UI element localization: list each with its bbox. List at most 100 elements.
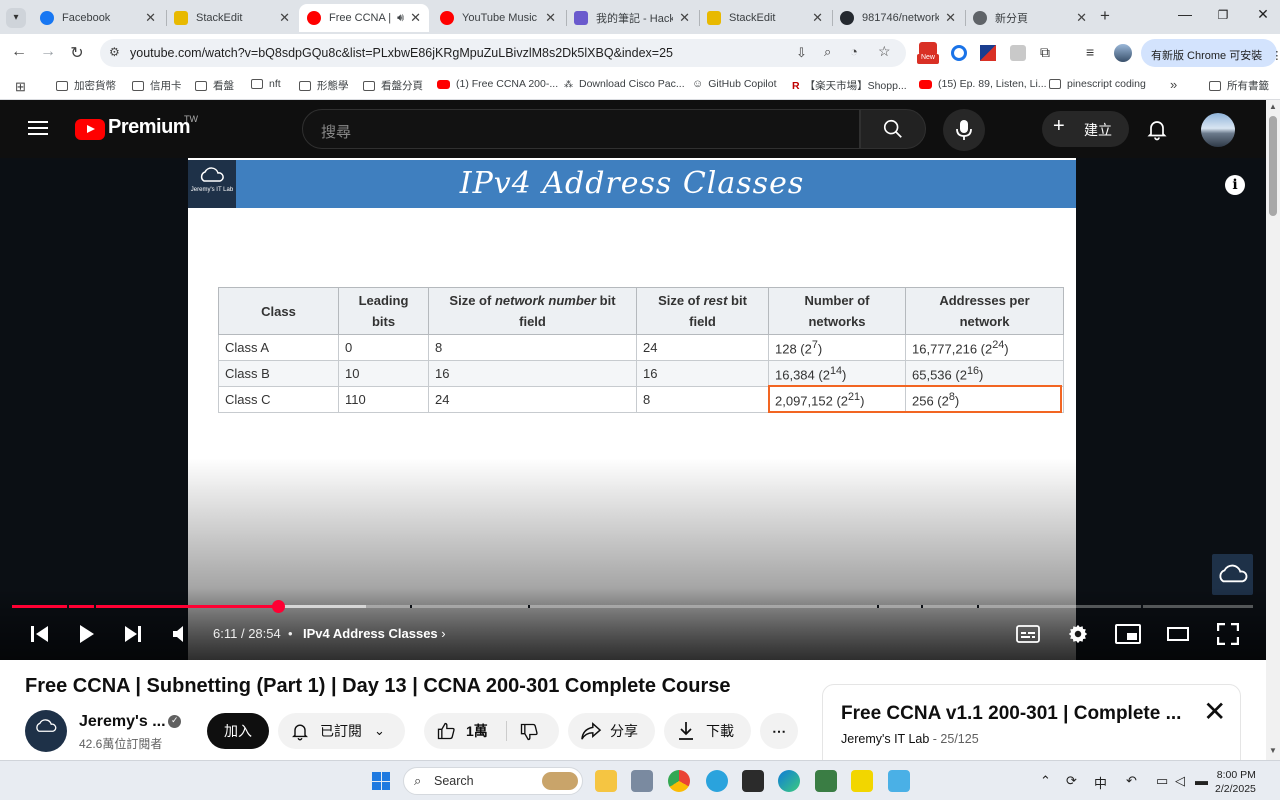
tab-facebook[interactable]: Facebook ✕ — [32, 4, 164, 32]
edge-icon[interactable] — [778, 770, 800, 792]
speaker-icon[interactable]: 🔊︎ — [397, 12, 404, 25]
tab-youtube-music[interactable]: YouTube Music ✕ — [432, 4, 564, 32]
download-button[interactable]: 下載 — [664, 713, 751, 749]
more-actions-button[interactable]: ⋯ — [760, 713, 798, 749]
tab-search-button[interactable]: ▾ — [6, 8, 26, 28]
network-icon[interactable]: ▭ — [1156, 773, 1168, 789]
bookmark-star-icon[interactable]: ☆ — [878, 43, 891, 60]
tab-hackmd[interactable]: 我的筆記 - HackM ✕ — [566, 4, 698, 32]
minimize-icon[interactable]: — — [1170, 6, 1200, 22]
back-arrow-icon[interactable]: ← — [8, 43, 30, 61]
notifications-bell-icon[interactable] — [1145, 117, 1169, 141]
miniplayer-icon[interactable] — [1115, 624, 1141, 644]
site-info-icon[interactable]: ⚙ — [109, 45, 120, 59]
chrome-update-button[interactable]: 有新版 Chrome 可安裝 ⋮ — [1141, 39, 1280, 67]
tab-stackedit[interactable]: StackEdit ✕ — [166, 4, 298, 32]
thumbs-down-icon[interactable] — [519, 722, 539, 742]
theater-mode-icon[interactable] — [1167, 627, 1189, 641]
close-tab-icon[interactable]: ✕ — [679, 10, 690, 26]
restore-icon[interactable]: ❐ — [1208, 8, 1238, 22]
profile-avatar-icon[interactable] — [1114, 44, 1132, 62]
close-tab-icon[interactable]: ✕ — [945, 10, 956, 26]
bookmark-folder[interactable]: 形態學 — [299, 78, 349, 93]
create-button[interactable]: + 建立 — [1042, 111, 1129, 147]
chapter-title-button[interactable]: IPv4 Address Classes › — [303, 626, 446, 641]
extension-new-icon[interactable]: New — [917, 42, 939, 64]
terminal-icon[interactable] — [742, 770, 764, 792]
thumbs-up-icon[interactable] — [436, 721, 456, 741]
extension-icon-2[interactable] — [951, 45, 967, 61]
join-button[interactable]: 加入 — [207, 713, 269, 749]
search-button[interactable] — [860, 109, 926, 149]
bookmark-folder[interactable]: 加密貨幣 — [56, 78, 116, 93]
channel-name[interactable]: Jeremy's ... — [79, 713, 166, 731]
tab-stackedit-2[interactable]: StackEdit ✕ — [699, 4, 831, 32]
next-video-icon[interactable] — [123, 625, 143, 643]
speaker-volume-icon[interactable]: ◁ — [1175, 773, 1185, 789]
extensions-puzzle-icon[interactable]: ⧉ — [1040, 44, 1050, 61]
bookmark-folder[interactable]: 看盤 — [195, 78, 234, 93]
close-tab-icon[interactable]: ✕ — [145, 10, 156, 26]
telegram-icon[interactable] — [706, 770, 728, 792]
close-tab-icon[interactable]: ✕ — [545, 10, 556, 26]
scroll-up-arrow-icon[interactable]: ▲ — [1269, 102, 1277, 111]
apps-grid-icon[interactable]: ⊞ — [15, 79, 26, 95]
reload-icon[interactable]: ↻ — [66, 43, 88, 63]
windows-start-icon[interactable] — [372, 772, 390, 790]
subtitles-icon[interactable] — [1016, 625, 1040, 643]
media-control-icon[interactable]: ≡ — [1086, 44, 1094, 60]
page-scrollbar[interactable]: ▲ ▼ — [1266, 100, 1280, 760]
tab-new-tab[interactable]: 新分頁 ✕ — [965, 4, 1095, 32]
performance-icon[interactable]: ◔ — [850, 44, 858, 59]
account-avatar[interactable] — [1201, 113, 1235, 147]
subscribed-button[interactable]: 已訂閱 ⌄ — [278, 713, 405, 749]
extension-icon-4[interactable] — [1010, 45, 1026, 61]
ime-indicator[interactable]: 中 — [1094, 773, 1107, 792]
scroll-down-arrow-icon[interactable]: ▼ — [1269, 746, 1277, 755]
tab-free-ccna[interactable]: Free CCNA | 🔊︎ ✕ — [299, 4, 429, 32]
bookmark-link[interactable]: (15) Ep. 89, Listen, Li... — [919, 78, 1047, 90]
taskbar-search-box[interactable]: ⌕ Search — [403, 767, 583, 795]
tab-github[interactable]: 981746/network ✕ — [832, 4, 964, 32]
settings-gear-icon[interactable] — [1067, 623, 1089, 645]
share-button[interactable]: 分享 — [568, 713, 655, 749]
info-icon[interactable]: i — [1225, 175, 1245, 195]
video-player[interactable]: IPv4 Address Classes Jeremy's IT Lab Cla… — [0, 158, 1266, 660]
bookmark-link[interactable]: ⁂ Download Cisco Pac... — [564, 78, 685, 90]
app-icon-7[interactable] — [815, 770, 837, 792]
play-icon[interactable] — [78, 624, 96, 644]
bookmark-link[interactable]: (1) Free CCNA 200-... — [437, 78, 558, 90]
volume-icon[interactable] — [172, 625, 186, 643]
fullscreen-icon[interactable] — [1217, 623, 1239, 645]
system-clock[interactable]: 8:00 PM 2/2/2025 — [1215, 768, 1256, 796]
close-tab-icon[interactable]: ✕ — [410, 10, 421, 26]
install-app-icon[interactable]: ⇩ — [796, 45, 807, 61]
scrollbar-thumb[interactable] — [1269, 116, 1277, 216]
tray-chevron-up-icon[interactable]: ⌃ — [1040, 773, 1051, 789]
file-explorer-icon[interactable] — [595, 770, 617, 792]
youtube-logo-icon[interactable] — [75, 119, 105, 140]
extension-icon-3[interactable] — [980, 45, 996, 61]
hamburger-menu-icon[interactable] — [28, 121, 48, 135]
undo-icon[interactable]: ↶ — [1126, 773, 1137, 789]
previous-video-icon[interactable] — [30, 625, 50, 643]
bookmark-folder[interactable]: 看盤分頁 — [363, 78, 423, 93]
close-window-icon[interactable]: ✕ — [1248, 6, 1278, 23]
bookmark-folder[interactable]: pinescript coding — [1049, 78, 1146, 90]
new-tab-plus-icon[interactable]: + — [1100, 6, 1110, 26]
channel-avatar[interactable] — [25, 710, 67, 752]
zoom-icon[interactable]: ⌕ — [824, 44, 831, 60]
app-icon-8[interactable] — [851, 770, 873, 792]
chrome-taskbar-icon[interactable] — [668, 770, 690, 792]
playlist-owner[interactable]: Jeremy's IT Lab — [841, 732, 929, 746]
bookmark-folder[interactable]: 信用卡 — [132, 78, 182, 93]
more-vert-icon[interactable]: ⋮ — [1271, 50, 1280, 62]
app-icon-2[interactable] — [631, 770, 653, 792]
close-tab-icon[interactable]: ✕ — [279, 10, 290, 26]
more-bookmarks-chevron-icon[interactable]: » — [1170, 77, 1177, 92]
forward-arrow-icon[interactable]: → — [37, 43, 59, 61]
bookmark-link[interactable]: R 【楽天市場】Shopp... — [792, 78, 907, 93]
scrubber-handle[interactable] — [271, 600, 285, 613]
like-count[interactable]: 1萬 — [466, 713, 488, 749]
sync-icon[interactable]: ⟳ — [1066, 773, 1077, 789]
